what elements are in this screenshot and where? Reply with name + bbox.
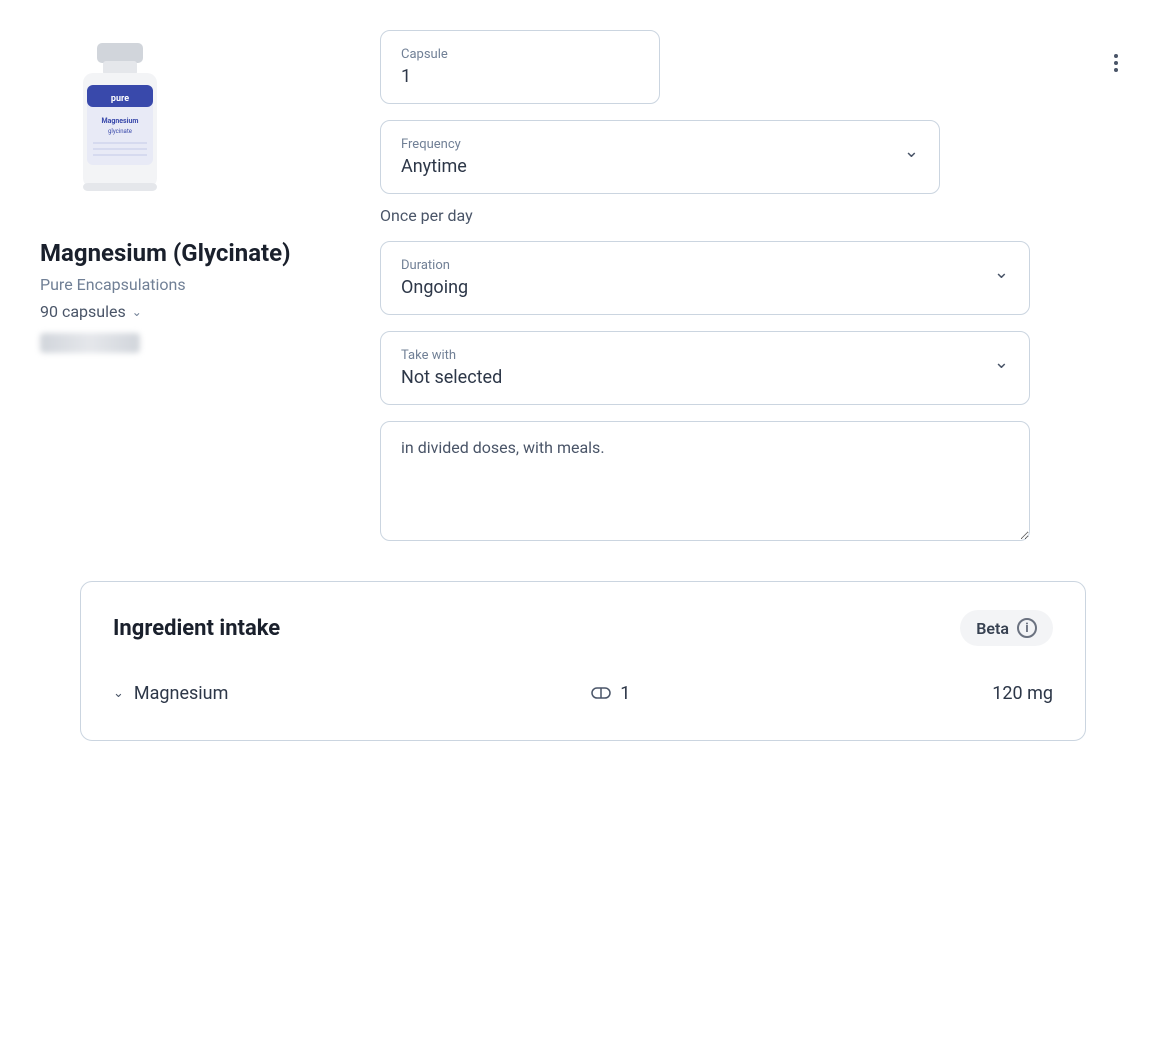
capsule-selector[interactable]: Capsule 1 bbox=[380, 30, 660, 104]
ingredient-intake-section: Ingredient intake Beta i ⌄ Magnesium 1 bbox=[80, 581, 1086, 741]
dot-2 bbox=[1114, 61, 1118, 65]
product-quantity[interactable]: 90 capsules ⌄ bbox=[40, 302, 142, 321]
duration-chevron-icon: ⌄ bbox=[994, 262, 1009, 283]
once-per-day-label: Once per day bbox=[380, 206, 1126, 225]
frequency-chevron-icon: ⌄ bbox=[904, 141, 919, 162]
ingredient-name-group: ⌄ Magnesium bbox=[113, 683, 228, 704]
svg-text:Magnesium: Magnesium bbox=[101, 117, 138, 125]
take-with-label: Take with bbox=[401, 348, 502, 363]
take-with-content: Take with Not selected bbox=[401, 348, 502, 388]
take-with-dropdown[interactable]: Take with Not selected ⌄ bbox=[380, 331, 1030, 405]
beta-badge[interactable]: Beta i bbox=[960, 610, 1053, 646]
info-icon: i bbox=[1017, 618, 1037, 638]
quantity-chevron-icon: ⌄ bbox=[132, 305, 142, 319]
duration-value: Ongoing bbox=[401, 277, 468, 298]
duration-dropdown[interactable]: Duration Ongoing ⌄ bbox=[380, 241, 1030, 315]
ingredient-header: Ingredient intake Beta i bbox=[113, 610, 1053, 646]
main-container: pure Magnesium glycinate Magnesium (Glyc… bbox=[0, 0, 1166, 811]
svg-text:pure: pure bbox=[111, 94, 129, 104]
left-panel: pure Magnesium glycinate Magnesium (Glyc… bbox=[40, 30, 340, 541]
capsule-value: 1 bbox=[401, 66, 639, 87]
dot-3 bbox=[1114, 68, 1118, 72]
product-quantity-label: 90 capsules bbox=[40, 302, 126, 321]
frequency-value: Anytime bbox=[401, 156, 467, 177]
product-image-container: pure Magnesium glycinate bbox=[40, 30, 200, 220]
frequency-content: Frequency Anytime bbox=[401, 137, 467, 177]
product-brand: Pure Encapsulations bbox=[40, 275, 186, 294]
ingredient-expand-icon[interactable]: ⌄ bbox=[113, 686, 124, 701]
capsule-pill-icon bbox=[590, 682, 612, 704]
dot-1 bbox=[1114, 54, 1118, 58]
frequency-label: Frequency bbox=[401, 137, 467, 152]
right-panel: Capsule 1 Frequency Anytime ⌄ Once per d… bbox=[380, 30, 1126, 541]
capsule-label: Capsule bbox=[401, 47, 639, 62]
frequency-dropdown[interactable]: Frequency Anytime ⌄ bbox=[380, 120, 940, 194]
notes-textarea[interactable] bbox=[380, 421, 1030, 541]
ingredient-name: Magnesium bbox=[134, 683, 228, 704]
ingredient-row: ⌄ Magnesium 1 120 mg bbox=[113, 674, 1053, 712]
product-bottle-image: pure Magnesium glycinate bbox=[55, 35, 185, 215]
blurred-info-bar bbox=[40, 333, 140, 353]
ingredient-amount: 120 mg bbox=[992, 683, 1053, 704]
more-options-button[interactable] bbox=[1106, 50, 1126, 76]
take-with-value: Not selected bbox=[401, 367, 502, 388]
ingredient-capsule-group: 1 bbox=[590, 682, 630, 704]
ingredient-intake-title: Ingredient intake bbox=[113, 616, 280, 641]
take-with-chevron-icon: ⌄ bbox=[994, 352, 1009, 373]
ingredient-capsule-count: 1 bbox=[620, 683, 630, 704]
duration-content: Duration Ongoing bbox=[401, 258, 468, 298]
beta-label: Beta bbox=[976, 619, 1009, 638]
duration-label: Duration bbox=[401, 258, 468, 273]
product-name: Magnesium (Glycinate) bbox=[40, 238, 291, 269]
top-section: pure Magnesium glycinate Magnesium (Glyc… bbox=[40, 30, 1126, 541]
svg-text:glycinate: glycinate bbox=[108, 128, 132, 135]
